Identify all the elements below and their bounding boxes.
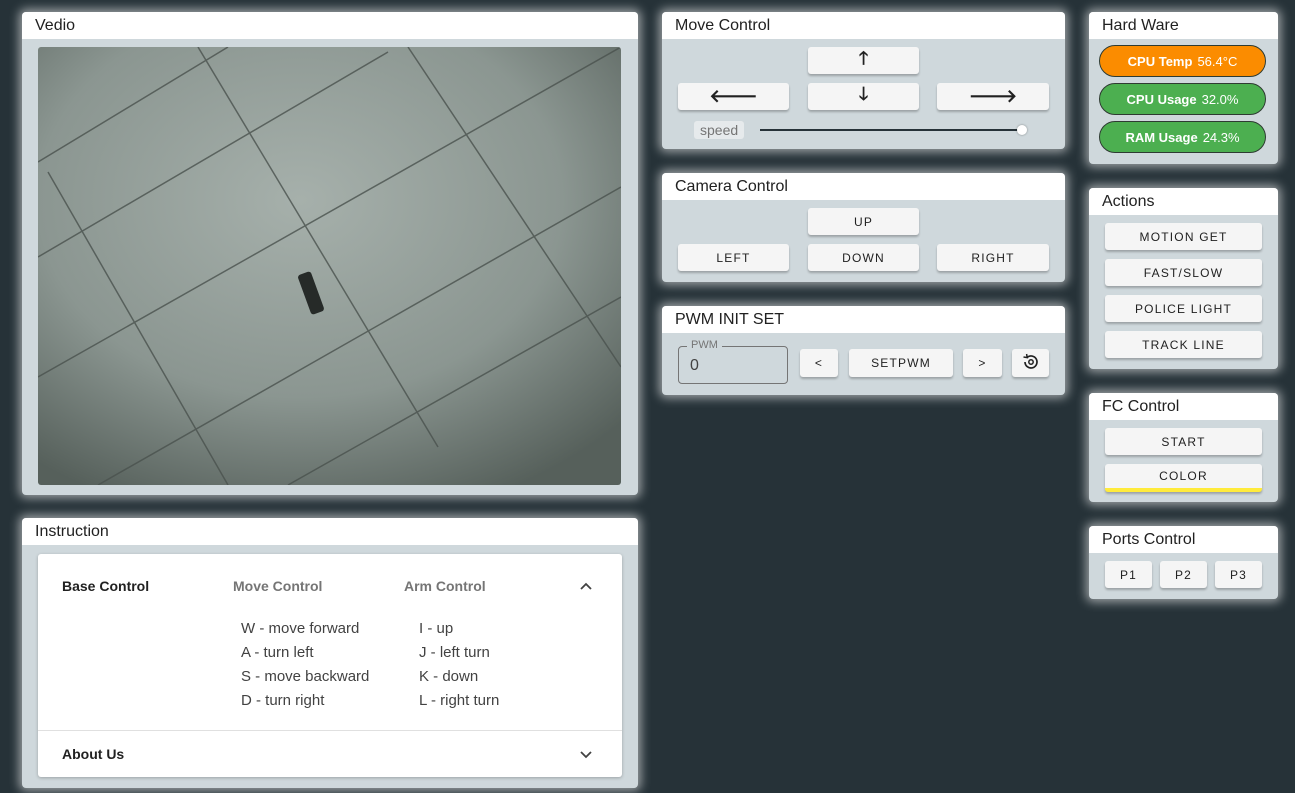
cpu-usage-label: CPU Usage — [1126, 91, 1197, 107]
video-title: Vedio — [22, 12, 638, 39]
arm-keys-list: I - up J - left turn K - down L - right … — [419, 617, 499, 713]
actions-card: Actions MOTION GET FAST/SLOW POLICE LIGH… — [1089, 188, 1278, 369]
settings-restore-icon — [1021, 352, 1041, 375]
ram-usage-label: RAM Usage — [1125, 129, 1198, 145]
pwm-decrease-button[interactable]: < — [800, 349, 838, 377]
setpwm-button[interactable]: SETPWM — [849, 349, 953, 377]
tab-base-control[interactable]: Base Control — [62, 578, 149, 594]
move-keys-list: W - move forward A - turn left S - move … — [241, 617, 369, 713]
pwm-reset-button[interactable] — [1012, 349, 1049, 377]
instruction-title: Instruction — [22, 518, 638, 545]
camera-down-button[interactable]: DOWN — [808, 244, 919, 271]
pwm-field-value[interactable]: 0 — [690, 357, 699, 375]
camera-control-title: Camera Control — [662, 173, 1065, 200]
arm-key-i: I - up — [419, 620, 454, 637]
fast-slow-button[interactable]: FAST/SLOW — [1105, 259, 1262, 286]
instruction-card: Instruction Base Control Move Control Ar… — [22, 518, 638, 788]
cpu-usage-chip: CPU Usage 32.0% — [1099, 83, 1266, 115]
actions-title: Actions — [1089, 188, 1278, 215]
move-control-card: Move Control 🡑 🡐 🡓 🡒 speed — [662, 12, 1065, 149]
fc-control-title: FC Control — [1089, 393, 1278, 420]
arrow-left-icon: 🡐 — [709, 86, 758, 106]
cpu-temp-value: 56.4°C — [1197, 53, 1238, 69]
camera-left-button[interactable]: LEFT — [678, 244, 789, 271]
pwm-card: PWM INIT SET PWM 0 < SETPWM > — [662, 306, 1065, 395]
speed-label: speed — [694, 121, 745, 139]
chevron-down-icon[interactable] — [578, 746, 594, 767]
move-up-button[interactable]: 🡑 — [808, 47, 919, 74]
hardware-title: Hard Ware — [1089, 12, 1278, 39]
fc-control-card: FC Control START COLOR — [1089, 393, 1278, 502]
arm-key-j: J - left turn — [419, 644, 490, 661]
track-line-button[interactable]: TRACK LINE — [1105, 331, 1262, 358]
video-card: Vedio — [22, 12, 638, 495]
move-key-s: S - move backward — [241, 668, 370, 685]
camera-up-button[interactable]: UP — [808, 208, 919, 235]
move-key-a: A - turn left — [241, 644, 314, 661]
pwm-field[interactable]: PWM 0 — [678, 339, 788, 384]
about-us-header[interactable]: About Us — [62, 746, 124, 762]
motion-get-button[interactable]: MOTION GET — [1105, 223, 1262, 250]
arrow-down-icon: 🡓 — [858, 83, 869, 104]
camera-right-button[interactable]: RIGHT — [937, 244, 1049, 271]
ports-control-title: Ports Control — [1089, 526, 1278, 553]
fc-color-button[interactable]: COLOR — [1105, 464, 1262, 492]
pwm-increase-button[interactable]: > — [963, 349, 1002, 377]
arrow-up-icon: 🡑 — [858, 47, 869, 68]
move-key-w: W - move forward — [241, 620, 360, 637]
ram-usage-chip: RAM Usage 24.3% — [1099, 121, 1266, 153]
hardware-card: Hard Ware CPU Temp 56.4°C CPU Usage 32.0… — [1089, 12, 1278, 164]
arm-key-l: L - right turn — [419, 692, 500, 709]
ports-control-card: Ports Control P1 P2 P3 — [1089, 526, 1278, 599]
tab-arm-control[interactable]: Arm Control — [404, 578, 486, 594]
fc-start-button[interactable]: START — [1105, 428, 1262, 455]
move-key-d: D - turn right — [241, 692, 325, 709]
port-p1-button[interactable]: P1 — [1105, 561, 1152, 588]
pwm-title: PWM INIT SET — [662, 306, 1065, 333]
speed-slider-track[interactable] — [760, 129, 1022, 131]
pwm-field-label: PWM — [687, 339, 722, 351]
instruction-panel: Base Control Move Control Arm Control W … — [38, 554, 622, 777]
cpu-temp-chip: CPU Temp 56.4°C — [1099, 45, 1266, 77]
arrow-right-icon: 🡒 — [968, 86, 1018, 106]
speed-slider-thumb[interactable] — [1017, 125, 1027, 135]
camera-control-card: Camera Control UP LEFT DOWN RIGHT — [662, 173, 1065, 282]
tab-move-control[interactable]: Move Control — [233, 578, 322, 594]
move-down-button[interactable]: 🡓 — [808, 83, 919, 110]
move-control-title: Move Control — [662, 12, 1065, 39]
move-left-button[interactable]: 🡐 — [678, 83, 789, 110]
police-light-button[interactable]: POLICE LIGHT — [1105, 295, 1262, 322]
chevron-up-icon[interactable] — [578, 578, 594, 599]
port-p2-button[interactable]: P2 — [1160, 561, 1207, 588]
arm-key-k: K - down — [419, 668, 479, 685]
fc-color-label: COLOR — [1159, 469, 1208, 483]
cpu-usage-value: 32.0% — [1201, 91, 1239, 107]
divider — [38, 730, 622, 731]
move-right-button[interactable]: 🡒 — [937, 83, 1049, 110]
port-p3-button[interactable]: P3 — [1215, 561, 1262, 588]
cpu-temp-label: CPU Temp — [1127, 53, 1193, 69]
video-stream — [38, 47, 621, 485]
ram-usage-value: 24.3% — [1202, 129, 1240, 145]
